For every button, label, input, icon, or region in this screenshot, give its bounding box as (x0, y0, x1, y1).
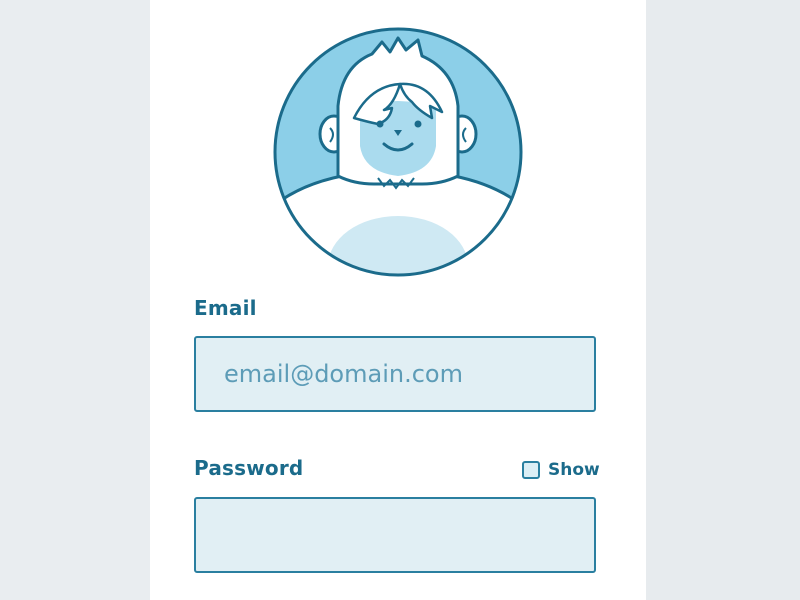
show-password-toggle[interactable]: Show (522, 460, 600, 480)
login-card: Email Password Show (150, 0, 646, 600)
yeti-mascot-icon (273, 27, 523, 277)
right-background-panel (646, 0, 800, 600)
show-password-checkbox[interactable] (522, 461, 540, 479)
left-background-panel (0, 0, 150, 600)
email-input[interactable] (196, 338, 594, 410)
show-password-label[interactable]: Show (548, 460, 600, 480)
email-label: Email (194, 296, 257, 320)
password-field-container (194, 497, 596, 573)
email-field-container (194, 336, 596, 412)
password-label: Password (194, 456, 304, 480)
password-input[interactable] (196, 499, 594, 571)
yeti-avatar (272, 26, 524, 278)
